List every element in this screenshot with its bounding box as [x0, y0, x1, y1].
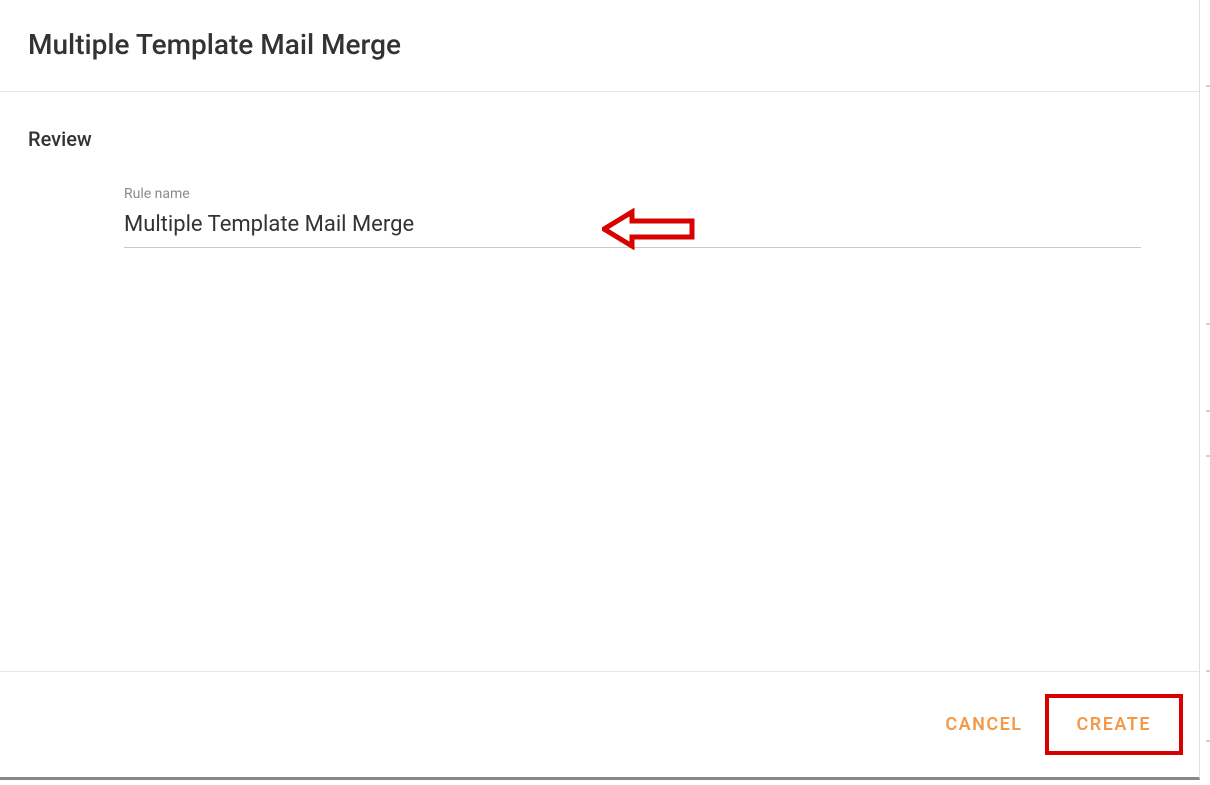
rule-name-field: Rule name — [124, 186, 1141, 248]
cancel-button[interactable]: CANCEL — [923, 698, 1044, 751]
create-button[interactable]: CREATE — [1045, 694, 1184, 755]
edge-markers — [1200, 0, 1210, 785]
rule-name-label: Rule name — [124, 186, 1141, 202]
dialog-header: Multiple Template Mail Merge — [0, 0, 1199, 92]
edge-marker — [1206, 323, 1210, 325]
dialog-container: Multiple Template Mail Merge Review Rule… — [0, 0, 1200, 780]
edge-marker — [1206, 670, 1210, 672]
dialog-footer: CANCEL CREATE — [0, 671, 1199, 777]
edge-marker — [1206, 740, 1210, 742]
dialog-body: Review Rule name — [0, 92, 1199, 671]
section-title: Review — [28, 127, 1171, 151]
edge-marker — [1206, 455, 1210, 457]
edge-marker — [1206, 85, 1210, 87]
dialog-title: Multiple Template Mail Merge — [28, 28, 1171, 61]
edge-marker — [1206, 410, 1210, 412]
rule-name-input[interactable] — [124, 208, 1141, 248]
